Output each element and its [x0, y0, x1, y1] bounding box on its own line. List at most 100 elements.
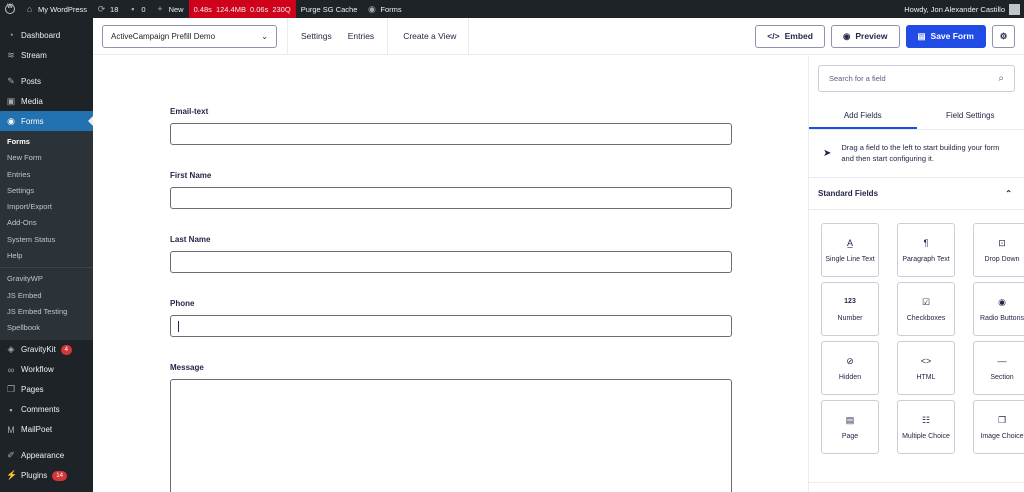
submenu-entries[interactable]: Entries — [0, 167, 93, 183]
menu-dashboard[interactable]: ◔ Dashboard — [0, 25, 93, 45]
last-name-input[interactable] — [170, 251, 732, 273]
updates-menu[interactable]: ⟳ 18 — [92, 0, 123, 18]
save-form-button[interactable]: ▤ Save Form — [905, 24, 986, 48]
submenu-spellbook[interactable]: Spellbook — [0, 320, 93, 336]
field-sidebar-panel: Search for a field ⌕ Add Fields Field Se… — [808, 56, 1024, 492]
email-input[interactable] — [170, 123, 732, 145]
search-icon: ⌕ — [998, 73, 1004, 84]
submenu-help[interactable]: Help — [0, 248, 93, 264]
submenu-js-embed[interactable]: JS Embed — [0, 288, 93, 304]
add-paragraph-text-button[interactable]: ¶ Paragraph Text — [897, 223, 955, 277]
submenu-import-export[interactable]: Import/Export — [0, 199, 93, 215]
submenu-system-status[interactable]: System Status — [0, 232, 93, 248]
add-image-choice-button[interactable]: ❐ Image Choice — [973, 400, 1024, 454]
admin-bar: ⌂My WordPress ⟳18 ▪0 +New 0.48s 124.4MB … — [0, 0, 1024, 18]
avatar — [1009, 3, 1020, 15]
submenu-js-embed-testing[interactable]: JS Embed Testing — [0, 304, 93, 320]
multiple-choice-icon: ☷ — [921, 414, 931, 425]
refresh-icon: ⟳ — [97, 3, 106, 14]
tab-add-fields[interactable]: Add Fields — [809, 103, 917, 129]
submenu-divider — [0, 267, 93, 269]
comment-icon: ▪ — [131, 3, 135, 14]
panel-tabs: Add Fields Field Settings — [809, 103, 1024, 130]
add-multiple-choice-button[interactable]: ☷ Multiple Choice — [897, 400, 955, 454]
phone-input[interactable] — [170, 315, 732, 337]
image-choice-icon: ❐ — [997, 414, 1007, 425]
form-settings-button[interactable]: ⚙ — [992, 24, 1015, 48]
menu-gravitykit[interactable]: ◈ GravityKit 4 — [0, 340, 93, 360]
media-icon: ▣ — [6, 95, 16, 106]
chevron-down-icon: ⌄ — [261, 31, 268, 41]
my-account-menu[interactable]: Howdy, Jon Alexander Castillo — [904, 3, 1024, 15]
site-name-menu[interactable]: ⌂ My WordPress — [20, 0, 92, 18]
tab-field-settings[interactable]: Field Settings — [917, 103, 1024, 129]
submenu-forms[interactable]: Forms — [0, 134, 93, 150]
menu-plugins[interactable]: ⚡ Plugins 14 — [0, 466, 93, 486]
preview-button[interactable]: ◉ Preview — [830, 24, 900, 48]
wp-logo-menu[interactable] — [0, 0, 20, 18]
add-checkboxes-button[interactable]: ☑ Checkboxes — [897, 282, 955, 336]
comments-menu[interactable]: ▪ 0 — [123, 0, 150, 18]
new-content-menu[interactable]: + New — [151, 0, 189, 18]
toolbar-divider — [387, 17, 389, 55]
submenu-add-ons[interactable]: Add-Ons — [0, 215, 93, 231]
add-single-line-text-button[interactable]: A̲ Single Line Text — [821, 223, 879, 277]
plugins-badge: 14 — [52, 470, 67, 481]
add-html-button[interactable]: <> HTML — [897, 341, 955, 395]
plugin-icon: ⚡ — [6, 470, 18, 481]
html-icon: <> — [920, 355, 932, 366]
workflow-icon: ∞ — [7, 364, 15, 375]
add-drop-down-button[interactable]: ⊡ Drop Down — [973, 223, 1024, 277]
gravitykit-icon: ◈ — [7, 344, 15, 355]
drag-hint: ➤ Drag a field to the left to start buil… — [809, 130, 1024, 178]
query-monitor-stats[interactable]: 0.48s 124.4MB 0.06s 230Q — [188, 0, 296, 18]
first-name-input[interactable] — [170, 187, 732, 209]
form-field-phone[interactable]: Phone — [170, 299, 732, 337]
save-icon: ▤ — [917, 30, 926, 41]
entries-link[interactable]: Entries — [340, 31, 382, 41]
menu-pages[interactable]: ❐ Pages — [0, 380, 93, 400]
message-textarea[interactable] — [170, 379, 732, 492]
menu-comments[interactable]: ▪ Comments — [0, 400, 93, 420]
field-type-grid: A̲ Single Line Text ¶ Paragraph Text ⊡ Drop… — [809, 210, 1024, 454]
form-field-message[interactable]: Message — [170, 363, 732, 492]
add-number-button[interactable]: 123 Number — [821, 282, 879, 336]
form-switcher-dropdown[interactable]: ActiveCampaign Prefill Demo ⌄ — [102, 24, 277, 48]
text-caret — [178, 321, 179, 332]
paragraph-icon: ¶ — [923, 237, 929, 248]
form-field-email[interactable]: Email-text — [170, 107, 732, 145]
field-search-input[interactable]: Search for a field ⌕ — [818, 65, 1015, 92]
add-section-button[interactable]: — Section — [973, 341, 1024, 395]
dashboard-icon: ◔ — [8, 30, 14, 40]
menu-mailpoet[interactable]: M MailPoet — [0, 420, 93, 440]
brush-icon: ✐ — [7, 450, 15, 461]
standard-fields-header[interactable]: Standard Fields ⌃ — [809, 178, 1024, 210]
admin-sidebar: ◔ Dashboard ≋ Stream ✎ Posts ▣ Media ◉ Forms … — [0, 18, 93, 492]
menu-media[interactable]: ▣ Media — [0, 91, 93, 111]
plus-icon: + — [157, 3, 163, 14]
pin-icon: ✎ — [7, 75, 15, 86]
form-field-first-name[interactable]: First Name — [170, 171, 732, 209]
create-view-link[interactable]: Create a View — [395, 31, 464, 41]
menu-posts[interactable]: ✎ Posts — [0, 71, 93, 91]
toolbar-divider — [287, 17, 288, 55]
add-radio-buttons-button[interactable]: ◉ Radio Buttons — [973, 282, 1024, 336]
submenu-gravitywp[interactable]: GravityWP — [0, 271, 93, 287]
home-icon: ⌂ — [26, 3, 33, 14]
submenu-settings[interactable]: Settings — [0, 183, 93, 199]
add-page-button[interactable]: ▤ Page — [821, 400, 879, 454]
menu-forms[interactable]: ◉ Forms — [0, 111, 93, 131]
purge-cache-menu[interactable]: Purge SG Cache — [296, 0, 363, 18]
menu-appearance[interactable]: ✐ Appearance — [0, 446, 93, 466]
section-icon: — — [997, 355, 1007, 366]
submenu-new-form[interactable]: New Form — [0, 150, 93, 166]
forms-menu[interactable]: ◉ Forms — [362, 0, 406, 18]
menu-workflow[interactable]: ∞ Workflow — [0, 360, 93, 380]
embed-button[interactable]: </> Embed — [755, 24, 825, 48]
settings-link[interactable]: Settings — [293, 31, 340, 41]
code-icon: </> — [767, 31, 780, 41]
menu-stream[interactable]: ≋ Stream — [0, 45, 93, 65]
form-field-last-name[interactable]: Last Name — [170, 235, 732, 273]
add-hidden-button[interactable]: ⊘ Hidden — [821, 341, 879, 395]
field-label: Email-text — [170, 107, 209, 116]
